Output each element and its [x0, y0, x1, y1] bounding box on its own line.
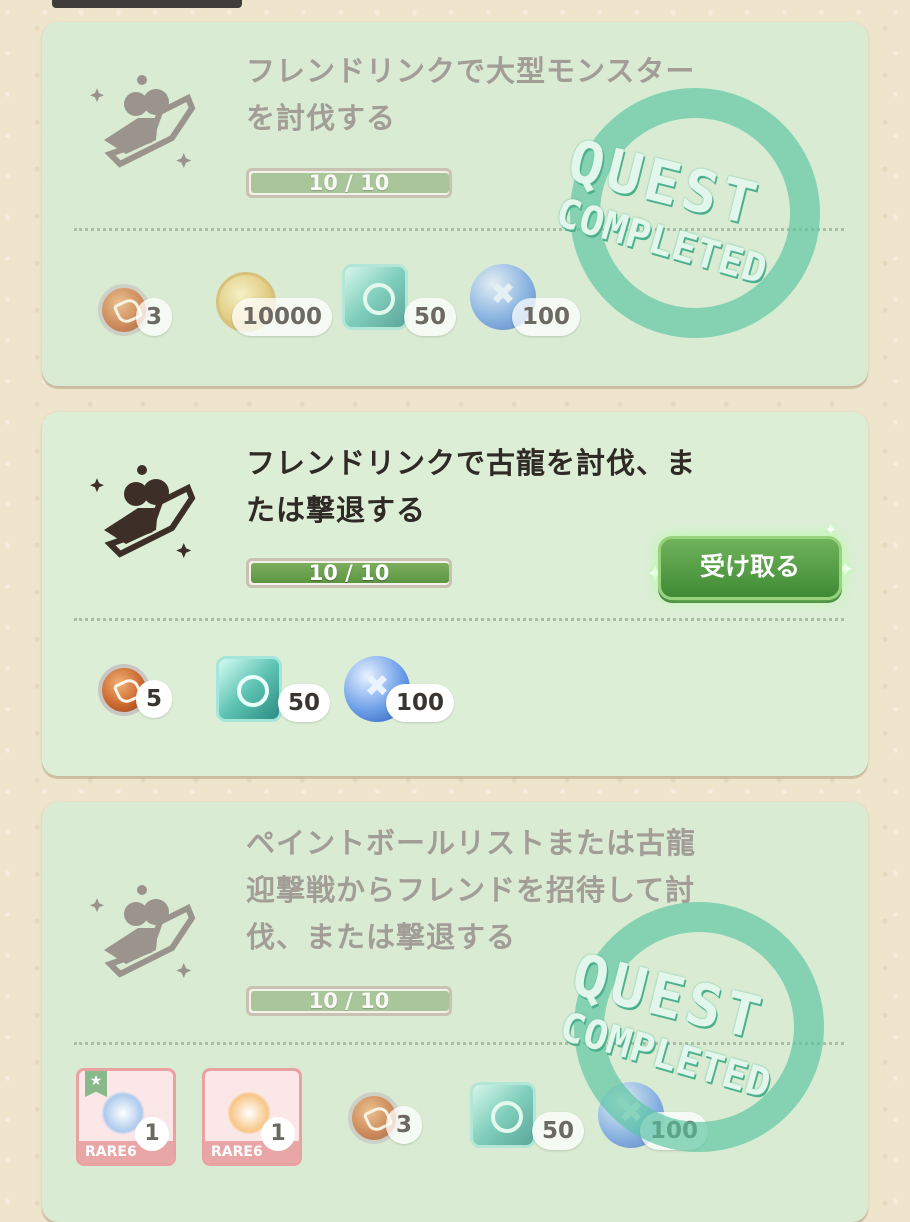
- quest-card: フレンドリンクで大型モンスター を討伐する 10 / 10 3 10000 50…: [42, 22, 868, 386]
- progress-text: 10 / 10: [308, 171, 390, 195]
- reward-medal: 3: [98, 284, 173, 336]
- friend-link-icon: [90, 885, 196, 978]
- progress-bar: 10 / 10: [246, 986, 452, 1016]
- reward-count: 100: [386, 684, 455, 722]
- armor-sphere-gem-icon: [470, 1082, 536, 1148]
- rare6-ticket-icon: RARE6 1: [202, 1068, 302, 1166]
- quest-card: ペイントボールリストまたは古龍 迎撃戦からフレンドを招待して討 伐、または撃退す…: [42, 802, 868, 1222]
- progress-bar: 10 / 10: [246, 168, 452, 198]
- armor-sphere-gem-icon: [342, 264, 408, 330]
- quest-card: フレンドリンクで古龍を討伐、ま たは撃退する 10 / 10 ✦ ✦ ✦ 受け取…: [42, 412, 868, 776]
- reward-count: 10000: [232, 298, 333, 336]
- friend-link-icon: [90, 75, 196, 168]
- progress-text: 10 / 10: [308, 561, 390, 585]
- reward-count: 50: [532, 1112, 585, 1150]
- top-strip: [52, 0, 242, 8]
- reward-count: 3: [136, 298, 173, 336]
- claim-reward-button[interactable]: 受け取る: [658, 536, 842, 600]
- reward-medal: 3: [348, 1092, 423, 1144]
- reward-count: 100: [512, 298, 581, 336]
- rare6-ticket-icon: ★ RARE6 1: [76, 1068, 176, 1166]
- reward-count: 1: [135, 1117, 169, 1151]
- reward-count: 3: [386, 1106, 423, 1144]
- reward-count: 5: [136, 680, 173, 718]
- reward-rare6-ticket: RARE6 1: [202, 1068, 302, 1166]
- reward-medal: 5: [98, 664, 173, 718]
- quest-title: フレンドリンクで古龍を討伐、ま たは撃退する: [246, 446, 697, 527]
- reward-count: 1: [261, 1117, 295, 1151]
- reward-count: 50: [278, 684, 331, 722]
- reward-armor-sphere: 50: [470, 1082, 585, 1150]
- progress-bar: 10 / 10: [246, 558, 452, 588]
- divider: [74, 618, 844, 621]
- reward-blue-orb: 100: [344, 656, 455, 722]
- reward-count: 50: [404, 298, 457, 336]
- reward-blue-orb: 100: [470, 264, 581, 336]
- reward-armor-sphere: 50: [216, 656, 331, 722]
- armor-sphere-gem-icon: [216, 656, 282, 722]
- reward-armor-sphere: 50: [342, 264, 457, 336]
- friend-link-icon: [90, 465, 196, 558]
- reward-zenny: 10000: [216, 272, 333, 336]
- progress-text: 10 / 10: [308, 989, 390, 1013]
- reward-rare6-ticket: ★ RARE6 1: [76, 1068, 176, 1166]
- star-flag-icon: ★: [85, 1071, 107, 1097]
